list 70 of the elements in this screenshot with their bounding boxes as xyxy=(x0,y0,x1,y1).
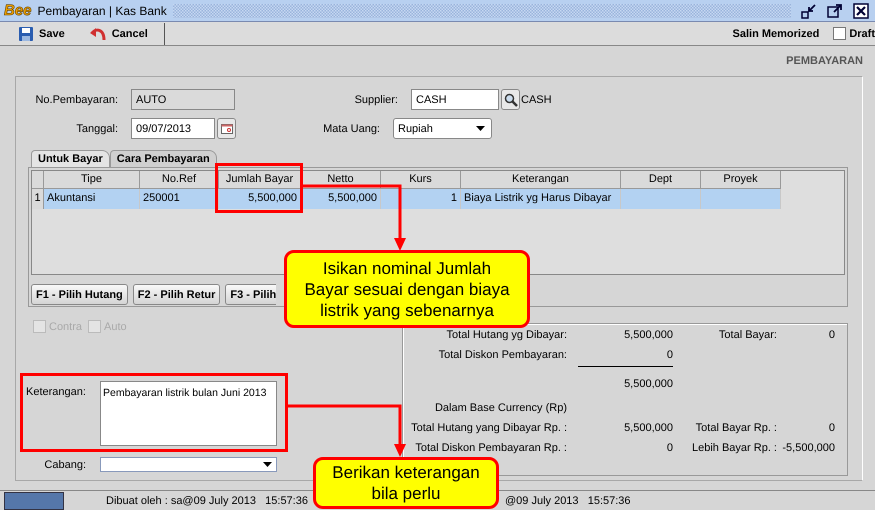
close-icon[interactable] xyxy=(853,2,869,18)
summary-value: 0 xyxy=(666,349,673,361)
search-button[interactable] xyxy=(501,89,520,110)
caret-icon xyxy=(263,462,272,467)
table-cell: Biaya Listrik yg Harus Dibayar xyxy=(461,189,621,209)
summary-label: Total Bayar Rp. : xyxy=(696,422,777,434)
summary-label: Total Hutang yg Dibayar: xyxy=(446,329,567,341)
currency-dropdown[interactable]: Rupiah xyxy=(393,118,492,139)
draft-checkbox[interactable]: Draft xyxy=(833,27,875,40)
branch-dropdown[interactable] xyxy=(100,457,277,472)
notes-textarea[interactable]: Pembayaran listrik bulan Juni 2013 xyxy=(100,381,277,446)
summary-value: 0 xyxy=(828,422,835,434)
callout: Berikan keterangan bila perlu xyxy=(313,457,499,509)
field-label: Cabang: xyxy=(43,458,86,470)
status-text: Dibuat oleh : sa@09 July 2013 15:57:36 xyxy=(106,495,308,507)
summary-label: Lebih Bayar Rp. : xyxy=(692,442,777,454)
field-label: Mata Uang: xyxy=(322,122,380,134)
field-label: Tanggal: xyxy=(75,122,118,134)
summary-value: 5,500,000 xyxy=(624,422,673,434)
action-button[interactable]: F3 - Pilih xyxy=(225,284,276,305)
column-header[interactable]: Keterangan xyxy=(461,171,621,189)
summary-value: -5,500,000 xyxy=(782,442,835,454)
save-button[interactable]: Save xyxy=(16,22,73,44)
table-cell: 250001 xyxy=(140,189,219,209)
summary-label: Total Hutang yang Dibayar Rp. : xyxy=(411,422,567,434)
calendar-icon xyxy=(220,124,232,134)
field-label: Supplier: xyxy=(354,94,398,106)
summary-value: 0 xyxy=(666,442,673,454)
field-label: Keterangan: xyxy=(25,385,87,400)
caret-icon xyxy=(476,126,485,131)
minimize-icon[interactable] xyxy=(801,2,817,18)
action-button[interactable]: F1 - Pilih Hutang xyxy=(31,284,128,305)
column-header[interactable]: Proyek xyxy=(701,171,781,189)
date-field[interactable]: 09/07/2013 xyxy=(131,118,215,139)
calendar-button[interactable] xyxy=(217,118,236,139)
summary-value: 0 xyxy=(828,329,835,341)
table-row[interactable]: 1 Akuntansi 250001 5,500,000 5,500,000 1 Biaya Listrik yg Harus Dibayar xyxy=(32,189,844,209)
column-header[interactable]: Tipe xyxy=(44,171,140,189)
column-header[interactable]: Jumlah Bayar xyxy=(219,171,301,189)
search-icon xyxy=(504,92,518,106)
cancel-button[interactable]: Cancel xyxy=(86,22,156,44)
status-indicator xyxy=(4,492,64,510)
input-field[interactable]: CASH xyxy=(411,89,499,110)
column-header[interactable]: Dept xyxy=(621,171,701,189)
summary-label: Total Diskon Pembayaran: xyxy=(438,349,567,361)
column-header[interactable]: Kurs xyxy=(381,171,461,189)
summary-label: Total Bayar: xyxy=(718,329,777,341)
memorized-label: Salin Memorized xyxy=(732,28,820,40)
table-cell: 5,500,000 xyxy=(301,189,381,209)
action-button[interactable]: F2 - Pilih Retur xyxy=(132,284,220,305)
form-title: PEMBAYARAN xyxy=(786,55,863,67)
summary-label: Total Diskon Pembayaran Rp. : xyxy=(415,442,567,454)
maximize-icon[interactable] xyxy=(827,2,843,18)
app-logo: Bee xyxy=(4,2,32,19)
supplier-name: CASH xyxy=(521,94,552,106)
field-label: No.Pembayaran: xyxy=(34,94,118,106)
column-header[interactable]: No.Ref xyxy=(140,171,219,189)
callout: Isikan nominal Jumlah Bayar sesuai dengan biaya listrik yang sebenarnya xyxy=(284,250,530,328)
summary-value: 5,500,000 xyxy=(624,378,673,390)
summary-heading: Dalam Base Currency (Rp) xyxy=(434,402,567,414)
undo-arrow-icon xyxy=(88,26,107,42)
tab[interactable]: Cara Pembayaran xyxy=(110,150,217,167)
window-title: Pembayaran | Kas Bank xyxy=(38,4,167,18)
table-cell: 1 xyxy=(381,189,461,209)
table-cell: Akuntansi xyxy=(44,189,140,209)
status-text: @09 July 2013 15:57:36 xyxy=(505,495,631,507)
table-cell: 5,500,000 xyxy=(219,189,301,209)
tab[interactable]: Untuk Bayar xyxy=(31,150,110,167)
row-number: 1 xyxy=(32,189,44,209)
summary-value: 5,500,000 xyxy=(624,329,673,341)
